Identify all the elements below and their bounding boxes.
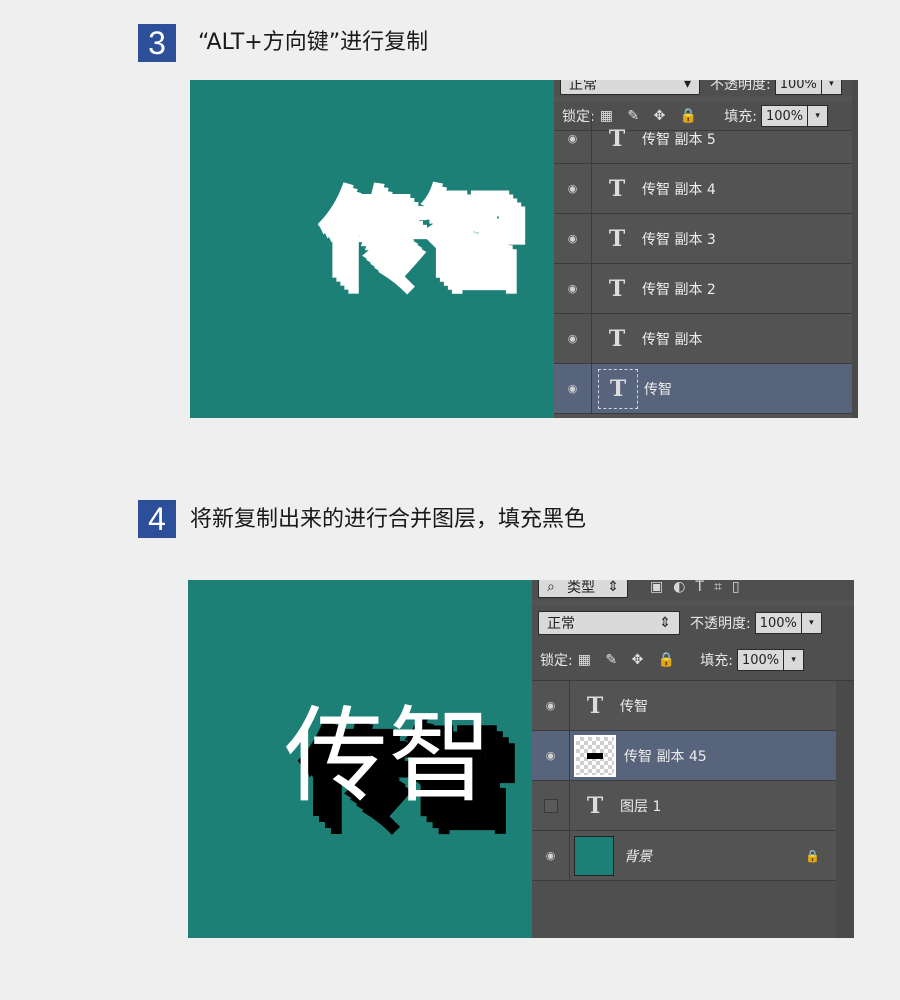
opacity-label: 不透明度: — [690, 616, 751, 632]
layer-name: 传智 — [644, 381, 672, 398]
text-layer-icon: T — [608, 125, 626, 152]
teal-thumbnail — [574, 835, 614, 876]
lock-transparent-icon[interactable]: ▦ — [578, 652, 591, 668]
lock-paint-icon[interactable]: ✎ — [605, 652, 617, 668]
filter-value: 类型 — [567, 580, 596, 596]
lock-move-icon[interactable]: ✥ — [632, 652, 644, 668]
updown-icon: ⇕ — [659, 615, 671, 631]
text-layer-icon: T — [608, 275, 626, 302]
eye-icon[interactable]: ◉ — [554, 164, 592, 213]
lock-icon: 🔒 — [805, 848, 820, 863]
opacity-dropdown-button[interactable]: ▾ — [821, 80, 842, 95]
chevron-down-icon: ▾ — [683, 80, 691, 92]
layer-name: 传智 副本 2 — [642, 281, 716, 298]
updown-icon: ⇕ — [607, 580, 619, 595]
opacity-label: 不透明度: — [710, 80, 771, 93]
step-4-layers-panel: ⌕ 类型 ⇕ ▣◐T⌗▯ 正常 ⇕ 不透明度: 100% ▾ 锁定: ▦ ✎ ✥… — [532, 580, 854, 938]
layer-row-selected[interactable]: ◉ 传智 副本 45 — [532, 731, 836, 781]
layer-name: 传智 副本 4 — [642, 181, 716, 198]
eye-icon[interactable]: ◉ — [554, 364, 592, 413]
step-4-badge: 4 — [138, 500, 176, 538]
text-layer-icon: T — [598, 368, 638, 409]
opacity-input[interactable]: 100% — [774, 80, 822, 95]
layer-list: ◉ T 传智 ◉ 传智 副本 45 T 图层 1 ◉ 背景 🔒 — [532, 681, 854, 938]
layer-name: 传智 副本 45 — [624, 748, 707, 765]
search-icon: ⌕ — [547, 580, 555, 595]
blend-bar: 正常 ⇕ 不透明度: 100% ▾ — [532, 606, 854, 640]
blend-mode-select[interactable]: 正常 ▾ — [560, 80, 700, 95]
scrollbar[interactable] — [836, 681, 854, 938]
eye-icon[interactable]: ◉ — [532, 831, 570, 880]
layer-name: 背景 — [624, 848, 652, 865]
blend-mode-select[interactable]: 正常 ⇕ — [538, 611, 680, 635]
text-layer-icon: T — [608, 175, 626, 202]
layer-row[interactable]: ◉ T 传智 — [532, 681, 836, 731]
step-3-screenshot: 传智 传智 传智 传智 传智 正常 ▾ 不透明度: 100% ▾ 锁定: ▦ ✎… — [190, 80, 858, 418]
layer-name: 传智 副本 3 — [642, 231, 716, 248]
filter-bar: ⌕ 类型 ⇕ ▣◐T⌗▯ — [532, 580, 854, 600]
lock-icons: ▦ ✎ ✥ 🔒 — [573, 652, 681, 668]
eye-icon[interactable]: ◉ — [554, 114, 592, 163]
lock-label: 锁定: — [540, 653, 573, 669]
visibility-off-box[interactable] — [532, 781, 570, 830]
text-layer-icon: T — [586, 792, 604, 819]
step-4-screenshot: 传智 传智 传智 传智 传智 ⌕ 类型 ⇕ ▣◐T⌗▯ 正常 ⇕ 不透明度: 1… — [188, 580, 854, 938]
text-layer-icon: T — [608, 325, 626, 352]
lock-all-icon[interactable]: 🔒 — [658, 652, 675, 668]
layer-name: 传智 — [620, 698, 648, 715]
eye-icon[interactable]: ◉ — [532, 731, 570, 780]
empty-visibility-icon — [543, 798, 558, 813]
layer-name: 图层 1 — [620, 798, 662, 815]
layer-row-selected[interactable]: ◉ T 传智 — [554, 364, 858, 414]
opacity-dropdown-button[interactable]: ▾ — [801, 612, 822, 634]
step-3-canvas: 传智 传智 传智 传智 传智 — [190, 80, 554, 418]
layer-filter-select[interactable]: ⌕ 类型 ⇕ — [538, 580, 628, 598]
layer-list: ◉ T 传智 副本 5 ◉ T 传智 副本 4 ◉ T 传智 副本 3 ◉ T … — [554, 114, 858, 418]
eye-icon[interactable]: ◉ — [554, 314, 592, 363]
layer-row[interactable]: T 图层 1 — [532, 781, 836, 831]
blend-bar: 正常 ▾ 不透明度: 100% ▾ — [554, 80, 858, 96]
step-3-layers-panel: 正常 ▾ 不透明度: 100% ▾ 锁定: ▦ ✎ ✥ 🔒 填充: 100% ▾… — [554, 80, 858, 418]
step-3-canvas-art: 传智 传智 传智 传智 传智 — [317, 175, 534, 308]
layer-row[interactable]: ◉ 背景 🔒 — [532, 831, 836, 881]
layer-row[interactable]: ◉ T 传智 副本 3 — [554, 214, 858, 264]
eye-icon[interactable]: ◉ — [554, 214, 592, 263]
opacity-input[interactable]: 100% — [754, 612, 802, 634]
fill-input[interactable]: 100% — [736, 649, 785, 671]
thumbnail-mark — [587, 752, 603, 759]
step-4-canvas-art: 传智 传智 传智 传智 传智 — [284, 695, 524, 849]
step-4-title: 将新复制出来的进行合并图层，填充黑色 — [190, 507, 587, 532]
top-text: 传智 — [284, 695, 492, 817]
text-layer-icon: T — [586, 692, 604, 719]
eye-icon[interactable]: ◉ — [532, 681, 570, 730]
copy-1-text: 传智 — [333, 191, 534, 308]
fill-dropdown-button[interactable]: ▾ — [784, 649, 805, 671]
blend-mode-value: 正常 — [569, 80, 597, 93]
filter-icons: ▣◐T⌗▯ — [650, 580, 750, 595]
eye-icon[interactable]: ◉ — [554, 264, 592, 313]
layer-row[interactable]: ◉ T 传智 副本 — [554, 314, 858, 364]
step-4-canvas: 传智 传智 传智 传智 传智 — [188, 580, 532, 938]
step-3-title: “ALT+方向键”进行复制 — [198, 30, 429, 55]
scrollbar[interactable] — [852, 80, 858, 418]
step-3-badge: 3 — [138, 24, 176, 62]
layer-name: 传智 副本 — [642, 331, 703, 348]
layer-name: 传智 副本 5 — [642, 131, 716, 148]
blend-mode-value: 正常 — [547, 616, 575, 632]
layer-row[interactable]: ◉ T 传智 副本 5 — [554, 114, 858, 164]
layer-row[interactable]: ◉ T 传智 副本 4 — [554, 164, 858, 214]
fill-label: 填充: — [700, 653, 733, 669]
text-layer-icon: T — [608, 225, 626, 252]
layer-row[interactable]: ◉ T 传智 副本 2 — [554, 264, 858, 314]
lock-bar: 锁定: ▦ ✎ ✥ 🔒 填充: 100% ▾ — [532, 640, 854, 681]
raster-thumbnail — [574, 734, 616, 777]
